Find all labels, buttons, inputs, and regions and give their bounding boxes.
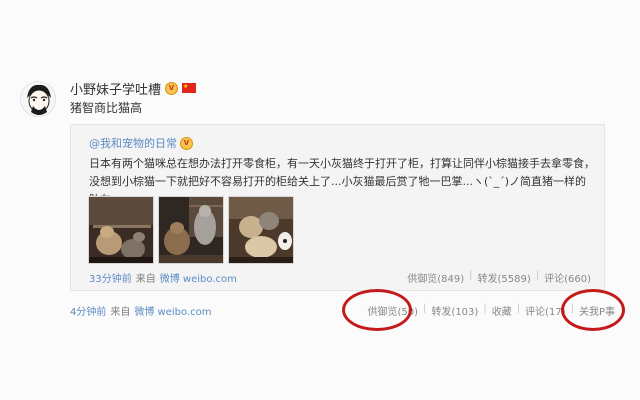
thumbnail-1[interactable] bbox=[88, 196, 154, 264]
thumbnail-2[interactable] bbox=[158, 196, 224, 264]
vip-badge-icon[interactable]: V bbox=[165, 81, 179, 95]
repost-source-prefix: 来自 bbox=[135, 274, 156, 285]
collect-button[interactable]: 收藏 bbox=[492, 303, 512, 318]
separator: | bbox=[469, 270, 473, 281]
avatar[interactable] bbox=[20, 81, 56, 117]
repost-favorite-link[interactable]: 供御览(849) bbox=[407, 270, 464, 285]
separator: | bbox=[516, 303, 521, 314]
post-source[interactable]: 微博 weibo.com bbox=[134, 303, 211, 318]
author-name[interactable]: 小野妹子学吐槽 bbox=[70, 79, 161, 98]
repost-author-row: @我和宠物的日常 V bbox=[89, 135, 193, 151]
post-actions: 供御览(50) | 转发(103) | 收藏 | 评论(17) | 关我P事 bbox=[368, 303, 615, 318]
post-text: 猪智商比猫高 bbox=[70, 101, 143, 115]
post-timestamp-source: 4分钟前 来自 微博 weibo.com bbox=[70, 303, 212, 318]
favorite-button[interactable]: 供御览(50) bbox=[368, 303, 419, 318]
repost-comment-link[interactable]: 评论(660) bbox=[544, 270, 591, 285]
video-thumbnail-cats bbox=[159, 197, 223, 263]
flag-star: ★ bbox=[183, 83, 189, 90]
separator: | bbox=[423, 303, 427, 314]
repost-time[interactable]: 33分钟前 bbox=[89, 270, 132, 285]
reposted-content: @我和宠物的日常 V 日本有两个猫咪总在想办法打开零食柜，有一天小灰猫终于打开了… bbox=[70, 124, 605, 291]
post-time[interactable]: 4分钟前 bbox=[70, 303, 106, 318]
vip-badge-label: V bbox=[183, 139, 190, 147]
vip-badge-icon[interactable]: V bbox=[180, 136, 193, 150]
weibo-feed-card: 小野妹子学吐槽 V ★ 猪智商比猫高 @我和宠物的日常 V 日本有两个猫咪总在想… bbox=[0, 0, 640, 400]
separator: | bbox=[483, 303, 487, 314]
repost-source[interactable]: 微博 weibo.com bbox=[160, 270, 237, 285]
thumbnail-3[interactable] bbox=[228, 196, 294, 264]
avatar-illustration bbox=[21, 82, 55, 116]
author-row: 小野妹子学吐槽 V ★ bbox=[70, 79, 197, 98]
repost-timestamp-source: 33分钟前 来自 微博 weibo.com bbox=[89, 270, 237, 285]
china-flag-icon: ★ bbox=[182, 83, 197, 93]
image-thumbnails bbox=[88, 196, 294, 264]
repost-actions: 供御览(849) | 转发(5589) | 评论(660) bbox=[407, 270, 591, 285]
separator: | bbox=[535, 270, 540, 281]
repost-author-name[interactable]: @我和宠物的日常 bbox=[89, 135, 177, 151]
vip-badge-label: V bbox=[168, 84, 175, 92]
repost-meta-row: 33分钟前 来自 微博 weibo.com 供御览(849) | 转发(5589… bbox=[89, 270, 591, 285]
separator: | bbox=[570, 303, 574, 314]
video-thumbnail-cats bbox=[229, 197, 293, 263]
video-thumbnail-cats bbox=[89, 197, 153, 263]
comment-button[interactable]: 评论(17) bbox=[525, 303, 566, 318]
repost-forward-link[interactable]: 转发(5589) bbox=[477, 270, 530, 285]
repost-button[interactable]: 转发(103) bbox=[431, 303, 478, 318]
post-source-prefix: 来自 bbox=[110, 307, 131, 318]
close-button[interactable]: 关我P事 bbox=[579, 303, 615, 318]
